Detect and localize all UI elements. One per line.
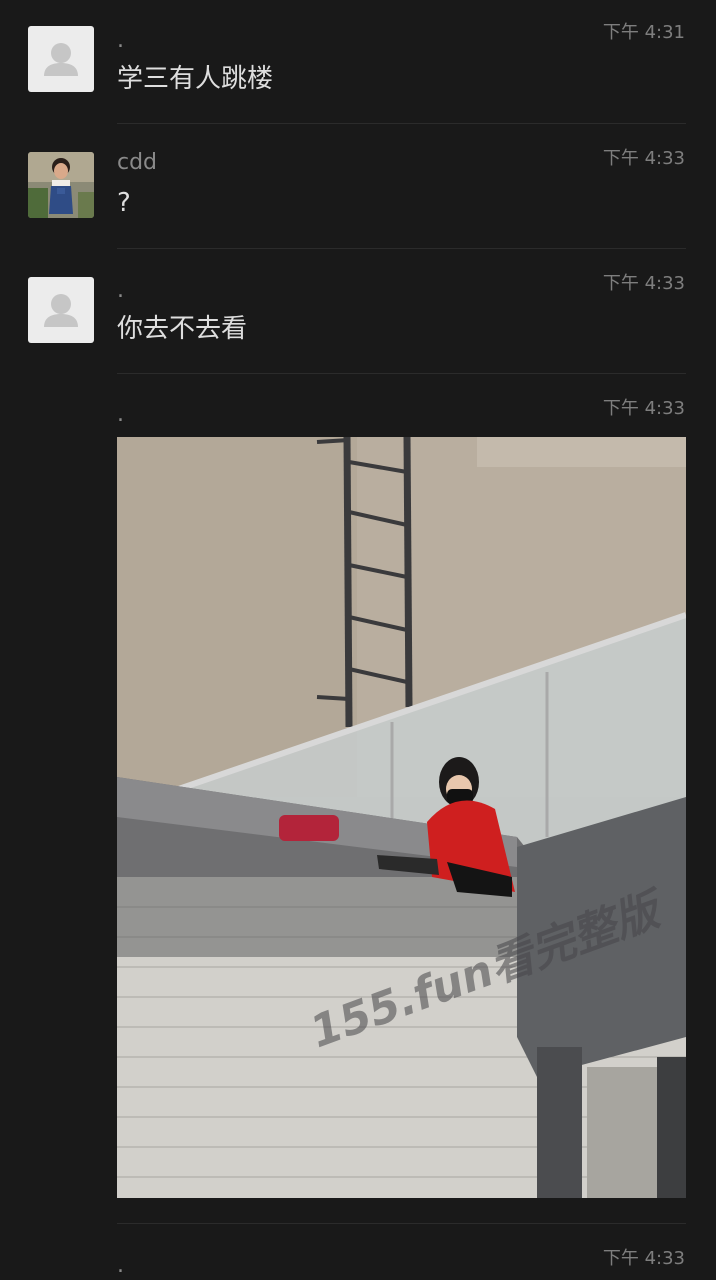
sender-name: . (117, 278, 124, 303)
message-text[interactable]: 学三有人跳楼 (117, 62, 273, 96)
person-placeholder-icon (44, 294, 78, 327)
message-time: 下午 4:33 (602, 1248, 685, 1269)
message-time: 下午 4:33 (602, 148, 685, 169)
message-time: 下午 4:33 (602, 398, 685, 419)
divider (117, 123, 686, 124)
child-photo-image (28, 152, 94, 218)
divider (117, 248, 686, 249)
sender-name: . (117, 28, 124, 53)
sender-name: . (117, 402, 124, 427)
default-avatar[interactable] (28, 26, 94, 92)
person-placeholder-icon (44, 43, 78, 76)
default-avatar[interactable] (28, 277, 94, 343)
message-text[interactable]: ? (117, 186, 131, 220)
child-photo-avatar[interactable] (28, 152, 94, 218)
message-text[interactable]: 你去不去看 (117, 312, 247, 346)
divider (117, 1223, 686, 1224)
sender-name: cdd (117, 150, 158, 175)
message-time: 下午 4:33 (602, 273, 685, 294)
rooftop-photo[interactable] (117, 437, 686, 1198)
sender-name: . (117, 1253, 124, 1278)
divider (117, 373, 686, 374)
message-time: 下午 4:31 (602, 22, 685, 43)
